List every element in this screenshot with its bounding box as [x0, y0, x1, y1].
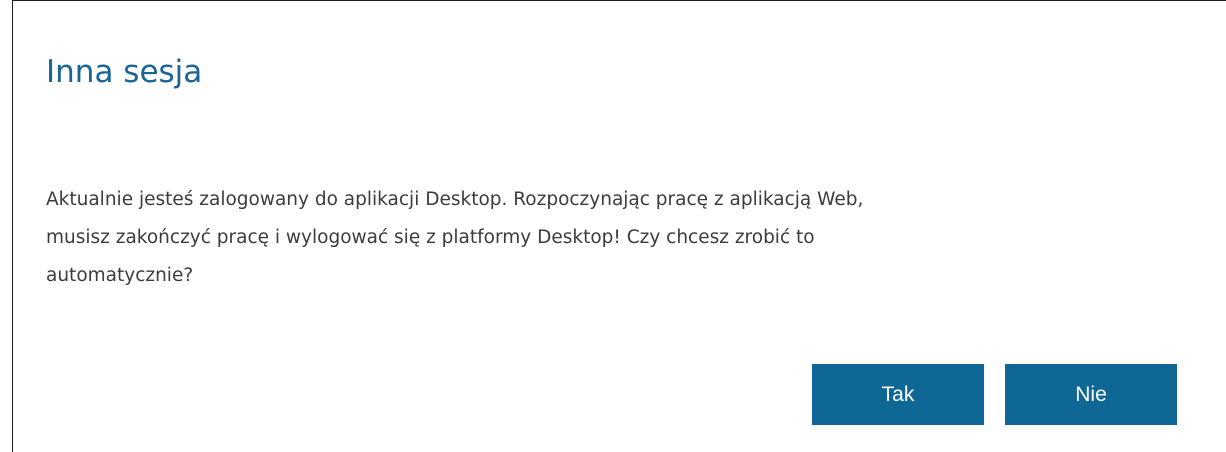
- no-button[interactable]: Nie: [1005, 364, 1177, 425]
- dialog-border-top: [12, 0, 1226, 1]
- dialog-message: Aktualnie jesteś zalogowany do aplikacji…: [46, 181, 1186, 295]
- session-dialog: Inna sesja Aktualnie jesteś zalogowany d…: [0, 0, 1226, 452]
- message-line-2: musisz zakończyć pracę i wylogować się z…: [46, 227, 815, 248]
- yes-button[interactable]: Tak: [812, 364, 984, 425]
- message-line-1: Aktualnie jesteś zalogowany do aplikacji…: [46, 189, 864, 210]
- dialog-border-left: [12, 0, 13, 452]
- dialog-title: Inna sesja: [46, 54, 203, 90]
- message-line-3: automatycznie?: [46, 265, 194, 286]
